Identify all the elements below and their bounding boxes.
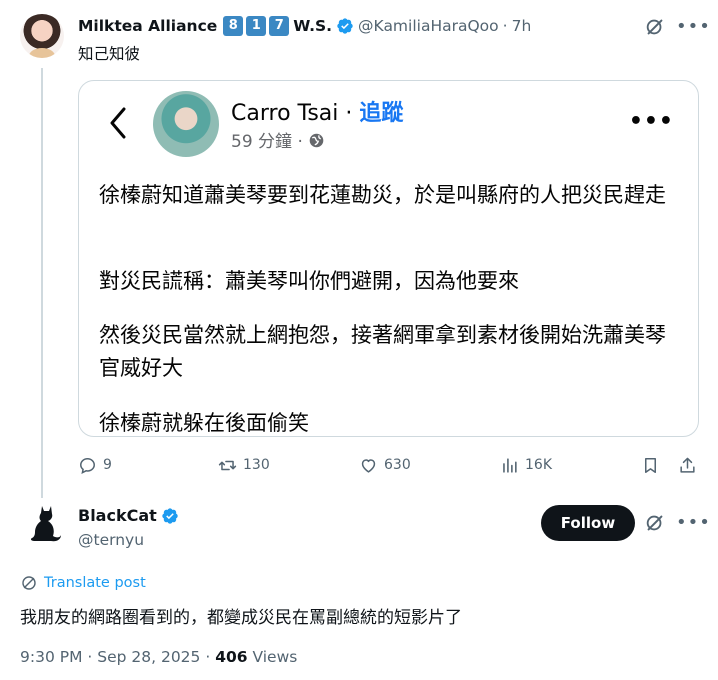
like-icon xyxy=(361,458,376,473)
author-name[interactable]: BlackCat xyxy=(78,506,157,525)
bookmark-button[interactable] xyxy=(641,454,666,476)
embedded-post-time: 59 分鐘 · xyxy=(231,132,303,152)
more-icon[interactable]: ••• xyxy=(676,512,711,533)
embedded-paragraph: 對災民謊稱：蕭美琴叫你們避開，因為他要來 xyxy=(99,269,519,293)
tweet-text: 我朋友的網路圈看到的，都變成災民在罵副總統的短影片了 xyxy=(20,608,462,628)
views-count: 406 xyxy=(215,648,248,666)
views-button[interactable]: 16K xyxy=(500,454,552,476)
embedded-paragraph: 然後災民當然就上網抱怨，接著網軍拿到素材後開始洗蕭美琴官威好大 xyxy=(99,323,666,380)
embedded-author: Carro Tsai · 追蹤 xyxy=(231,95,403,127)
back-icon xyxy=(110,107,126,139)
share-button[interactable] xyxy=(678,454,703,476)
thread-connector-line xyxy=(41,68,43,498)
author-name-suffix[interactable]: W.S. xyxy=(293,17,332,35)
action-bar: 9 130 630 16K xyxy=(78,454,699,476)
black-cat-avatar[interactable] xyxy=(20,502,64,546)
embedded-paragraph: 徐榛蔚就躲在後面偷笑 xyxy=(99,411,309,435)
grok-icon[interactable] xyxy=(644,16,666,38)
share-icon xyxy=(680,457,695,473)
views-label: Views xyxy=(247,648,298,666)
bookmark-icon xyxy=(644,457,657,473)
translate-post-link[interactable]: Translate post xyxy=(20,574,146,592)
author-name-row: BlackCat xyxy=(78,506,179,525)
views-count: 16K xyxy=(525,457,552,473)
separator: · xyxy=(345,101,353,126)
tweet-text: 知己知彼 xyxy=(78,45,141,63)
post-time[interactable]: 7h xyxy=(512,17,532,35)
repost-count: 130 xyxy=(243,457,270,473)
reply-icon xyxy=(80,457,95,474)
author-handle[interactable]: @ternyu xyxy=(78,531,144,549)
reply-count: 9 xyxy=(103,457,112,473)
translate-icon xyxy=(22,576,36,590)
grok-icon[interactable] xyxy=(644,512,666,534)
views-icon xyxy=(503,457,517,473)
embedded-paragraph: 徐榛蔚知道蕭美琴要到花蓮勘災，於是叫縣府的人把災民趕走 xyxy=(99,183,666,207)
badge-digit: 8 xyxy=(223,16,244,36)
separator: · xyxy=(502,17,508,35)
globe-icon xyxy=(309,133,324,148)
badge-digit: 7 xyxy=(269,16,290,36)
more-icon: ••• xyxy=(628,109,674,134)
verified-icon xyxy=(162,507,178,524)
embedded-post-meta: 59 分鐘 · xyxy=(231,127,325,152)
embedded-image[interactable]: Carro Tsai · 追蹤 59 分鐘 · ••• 徐榛蔚知道蕭美琴要到花蓮… xyxy=(78,80,699,437)
like-button[interactable]: 630 xyxy=(359,454,411,476)
repost-icon xyxy=(218,460,237,470)
embedded-author-name: Carro Tsai xyxy=(231,101,339,126)
embedded-follow-label: 追蹤 xyxy=(359,101,404,126)
avatar[interactable] xyxy=(20,14,64,58)
tweet-header: Milktea Alliance 8 1 7 W.S. @KamiliaHara… xyxy=(78,15,531,37)
avatar xyxy=(153,91,219,157)
verified-icon xyxy=(337,18,353,34)
reply-button[interactable]: 9 xyxy=(78,454,112,476)
follow-button[interactable]: Follow xyxy=(541,505,635,541)
author-name[interactable]: Milktea Alliance xyxy=(78,17,217,35)
post-timestamp[interactable]: 9:30 PM · Sep 28, 2025 · 406 Views xyxy=(20,648,297,666)
badge-digit: 1 xyxy=(246,16,267,36)
timestamp-text: 9:30 PM · Sep 28, 2025 · xyxy=(20,648,216,666)
like-count: 630 xyxy=(384,457,411,473)
author-handle[interactable]: @KamiliaHaraQoo xyxy=(358,17,499,35)
more-icon[interactable]: ••• xyxy=(676,16,711,37)
repost-button[interactable]: 130 xyxy=(218,454,270,476)
translate-label: Translate post xyxy=(44,575,146,591)
